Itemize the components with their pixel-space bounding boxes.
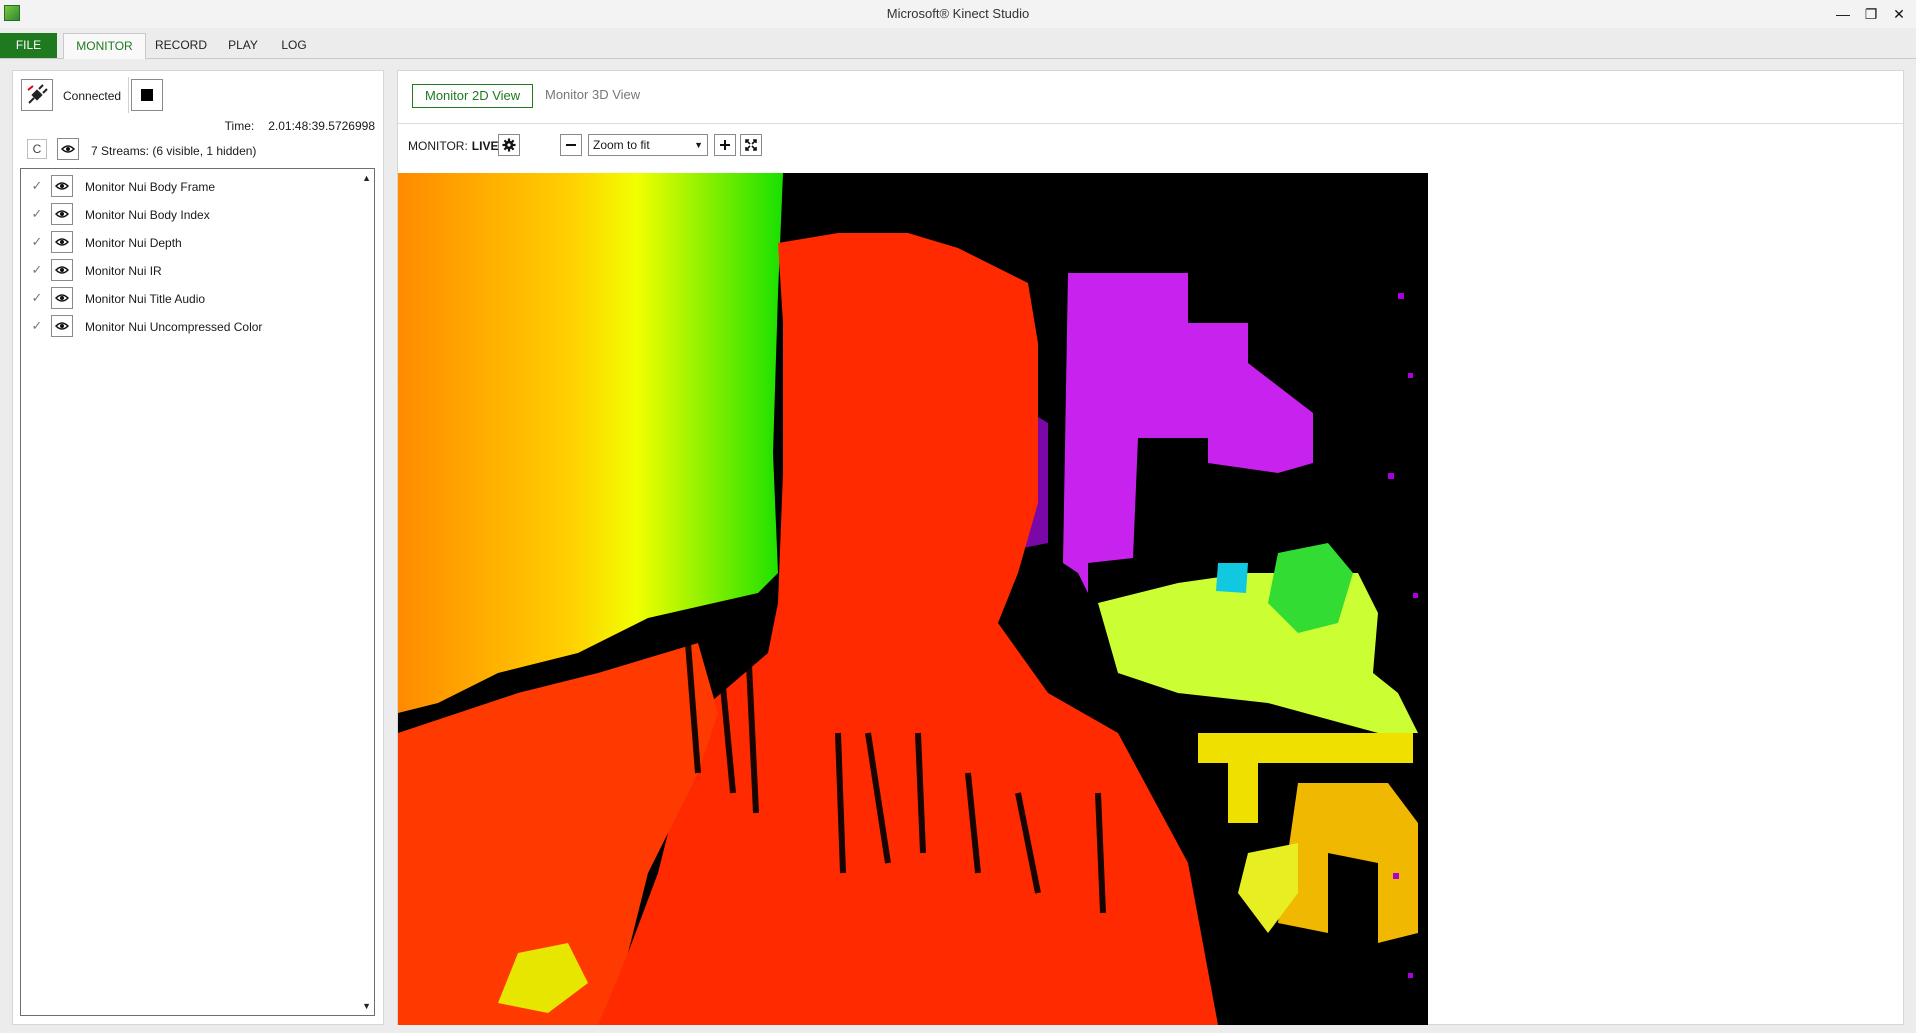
- expand-icon: [745, 139, 757, 151]
- time-readout: Time: 2.01:48:39.5726998: [225, 119, 375, 133]
- list-item: ✓ Monitor Nui IR: [21, 257, 351, 283]
- list-item: ✓ Monitor Nui Body Index: [21, 201, 351, 227]
- restore-icon[interactable]: ❐: [1860, 4, 1882, 24]
- toolbar-divider: [128, 77, 129, 113]
- time-value: 2.01:48:39.5726998: [268, 119, 375, 133]
- stop-icon: [141, 89, 153, 101]
- file-menu[interactable]: FILE: [0, 33, 57, 58]
- stream-name: Monitor Nui Depth: [85, 236, 182, 250]
- scroll-up-icon[interactable]: ▲: [362, 173, 371, 183]
- streams-panel: Connected Time: 2.01:48:39.5726998 C 7 St…: [12, 70, 384, 1025]
- stream-filter-button[interactable]: C: [27, 139, 47, 159]
- list-item: ✓ Monitor Nui Uncompressed Color: [21, 313, 351, 339]
- list-item: ✓ Monitor Nui Depth: [21, 229, 351, 255]
- time-label: Time:: [224, 119, 255, 133]
- window-title: Microsoft® Kinect Studio: [886, 6, 1030, 21]
- list-item: ✓ Monitor Nui Title Audio: [21, 285, 351, 311]
- zoom-out-button[interactable]: [560, 134, 582, 156]
- checkmark-icon[interactable]: ✓: [29, 234, 45, 250]
- checkmark-icon[interactable]: ✓: [29, 318, 45, 334]
- checkmark-icon[interactable]: ✓: [29, 290, 45, 306]
- stream-name: Monitor Nui Uncompressed Color: [85, 320, 263, 334]
- tab-monitor-2d-view[interactable]: Monitor 2D View: [412, 84, 534, 108]
- depth-frame: [398, 173, 1428, 1025]
- fullscreen-button[interactable]: [740, 134, 762, 156]
- eye-icon: [55, 182, 69, 190]
- monitor-status: MONITOR: LIVE: [408, 139, 498, 153]
- streams-summary: 7 Streams: (6 visible, 1 hidden): [91, 144, 257, 158]
- stop-button[interactable]: [131, 79, 163, 111]
- tab-monitor[interactable]: MONITOR: [63, 33, 146, 59]
- stream-name: Monitor Nui IR: [85, 264, 162, 278]
- eye-icon: [55, 322, 69, 330]
- stream-list: ▲ ✓ Monitor Nui Body Frame ✓ Monitor Nui…: [20, 168, 375, 1016]
- checkmark-icon[interactable]: ✓: [29, 206, 45, 222]
- stream-name: Monitor Nui Body Index: [85, 208, 210, 222]
- scroll-down-icon[interactable]: ▼: [362, 1001, 371, 1011]
- minimize-icon[interactable]: —: [1832, 4, 1854, 24]
- connection-status: Connected: [63, 89, 122, 103]
- stream-visibility-button[interactable]: [51, 231, 73, 253]
- monitor-state: LIVE: [471, 139, 499, 153]
- stream-name: Monitor Nui Title Audio: [85, 292, 206, 306]
- zoom-value: Zoom to fit: [593, 138, 650, 152]
- zoom-in-button[interactable]: [714, 134, 736, 156]
- plus-icon: [720, 140, 730, 150]
- zoom-select[interactable]: Zoom to fit ▼: [588, 134, 708, 156]
- monitor-label: MONITOR:: [408, 139, 468, 153]
- title-bar: Microsoft® Kinect Studio — ❐ ✕: [0, 0, 1916, 28]
- stream-name: Monitor Nui Body Frame: [85, 180, 216, 194]
- checkmark-icon[interactable]: ✓: [29, 178, 45, 194]
- stream-visibility-button[interactable]: [51, 287, 73, 309]
- tab-monitor-3d-view[interactable]: Monitor 3D View: [533, 84, 652, 108]
- eye-icon: [61, 145, 75, 153]
- eye-icon: [55, 266, 69, 274]
- eye-icon: [55, 238, 69, 246]
- tab-play[interactable]: PLAY: [218, 33, 268, 58]
- eye-icon: [55, 210, 69, 218]
- toggle-all-visibility-button[interactable]: [57, 138, 79, 160]
- menu-bar: FILE MONITOR RECORD PLAY LOG: [0, 33, 1916, 59]
- list-item: ✓ Monitor Nui Body Frame: [21, 173, 351, 199]
- connect-button[interactable]: [21, 79, 53, 111]
- tab-record[interactable]: RECORD: [150, 33, 212, 58]
- stream-visibility-button[interactable]: [51, 203, 73, 225]
- chevron-down-icon: ▼: [694, 140, 703, 150]
- checkmark-icon[interactable]: ✓: [29, 262, 45, 278]
- view-divider: [398, 123, 1903, 124]
- minus-icon: [566, 144, 576, 146]
- stream-visibility-button[interactable]: [51, 315, 73, 337]
- monitor-panel: Monitor 2D View Monitor 3D View MONITOR:…: [397, 70, 1904, 1025]
- stream-visibility-button[interactable]: [51, 175, 73, 197]
- plug-icon: [27, 84, 48, 104]
- eye-icon: [55, 294, 69, 302]
- gear-icon: [502, 138, 516, 152]
- stream-visibility-button[interactable]: [51, 259, 73, 281]
- settings-button[interactable]: [498, 134, 520, 156]
- tab-log[interactable]: LOG: [272, 33, 316, 58]
- depth-image-view[interactable]: [398, 173, 1428, 1025]
- close-icon[interactable]: ✕: [1888, 4, 1910, 24]
